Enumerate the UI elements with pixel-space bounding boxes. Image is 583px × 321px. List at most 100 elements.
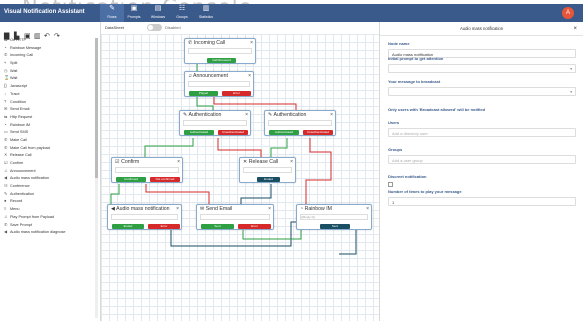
palette-item-release-call[interactable]: ✕ Release Call: [0, 151, 100, 159]
node-body: [188, 48, 252, 54]
palette-item-label: Release Call: [10, 153, 32, 158]
palette-item-audio-mass-notification-diagnose[interactable]: ◀ Audio mass notification diagnose: [0, 228, 100, 236]
palette-item-trace[interactable]: ↓ Trace: [0, 90, 100, 98]
flow-node-im[interactable]: ◔ Rainbow IM × {{Reply.1}} Sent: [296, 204, 372, 230]
palette-item-label: Send SMS: [10, 130, 29, 135]
output-port-confirmed[interactable]: Confirmed: [116, 177, 146, 182]
nav-tab-statistics[interactable]: ▥ Statistics: [194, 4, 218, 22]
palette-item-confirm[interactable]: ☑ Confirm: [0, 159, 100, 167]
output-port-error[interactable]: Error: [148, 224, 180, 229]
palette-item-label: Make Call: [10, 137, 27, 142]
output-port-played[interactable]: Played: [189, 91, 218, 96]
redo-icon[interactable]: ↷: [54, 33, 61, 40]
wire-auth1-confirm: [144, 138, 194, 157]
datasheet-toggle[interactable]: [147, 24, 162, 31]
output-port-error[interactable]: Error: [222, 91, 251, 96]
flow-node-auth2[interactable]: ✎ Authentication × Authenticated Unauthenti…: [264, 110, 336, 136]
sidebar-scrollbar[interactable]: [95, 38, 98, 318]
output-port-authenticated[interactable]: Authenticated: [269, 130, 299, 135]
palette-item-send-sms[interactable]: ▭ Send SMS: [0, 128, 100, 136]
output-port-ended[interactable]: Ended: [112, 224, 144, 229]
output-port-not-confirmed[interactable]: Not confirmed: [150, 177, 180, 182]
sidebar-scrollbar-thumb[interactable]: [95, 38, 98, 178]
node-palette-list: ⇆ On HTTP ◔ Rainbow Message ✆ Incoming Call ⑂ S…: [0, 36, 100, 236]
palette-item-play-prompt-from-payload[interactable]: ♫ Play Prompt from Payload: [0, 213, 100, 221]
field-label: Discreet notification: [388, 174, 427, 179]
app-title: Visual Notification Assistant: [4, 9, 85, 15]
output-port-error[interactable]: Error: [238, 224, 271, 229]
palette-item-record[interactable]: ● Record: [0, 197, 100, 205]
palette-item-rainbow-im[interactable]: ◔ Rainbow IM: [0, 121, 100, 129]
flow-node-announce[interactable]: ♫ Announcement × Played Error: [184, 71, 254, 97]
palette-item-save-prompt[interactable]: ✆ Save Prompt: [0, 221, 100, 229]
close-icon[interactable]: ×: [250, 39, 253, 48]
field-input[interactable]: Add a user group: [388, 155, 576, 164]
close-icon[interactable]: ×: [176, 205, 179, 214]
panel-field-2: Your message to broadcast ▾: [388, 79, 576, 96]
palette-item-make-call-from-payload[interactable]: ✆ Make Call from payload: [0, 144, 100, 152]
avatar[interactable]: A: [562, 7, 574, 19]
close-icon[interactable]: ×: [268, 205, 271, 214]
close-icon[interactable]: ×: [573, 22, 577, 36]
nav-tab-windows[interactable]: ▤ Windows: [146, 4, 170, 22]
node-body: [115, 167, 179, 173]
palette-item-javascript[interactable]: {} Javascript: [0, 82, 100, 90]
flow-node-release[interactable]: ✕ Release Call × Ended: [239, 157, 296, 183]
palette-item-split[interactable]: ⑂ Split: [0, 59, 100, 67]
chevron-down-icon[interactable]: ▾: [570, 88, 572, 97]
palette-item-announcement[interactable]: ♫ Announcement: [0, 167, 100, 175]
wire-announce-auth1: [196, 97, 214, 110]
delete-icon[interactable]: ▥: [34, 33, 41, 40]
groups-icon: ☷: [178, 5, 186, 12]
close-icon[interactable]: ×: [248, 72, 251, 81]
chevron-down-icon[interactable]: ▾: [570, 65, 572, 74]
flow-node-incoming[interactable]: ✆ Incoming Call × Call Received: [184, 38, 256, 64]
output-port-authenticated[interactable]: Authenticated: [184, 130, 214, 135]
close-icon[interactable]: ×: [245, 111, 248, 120]
palette-item-conference[interactable]: ☷ Conference: [0, 182, 100, 190]
close-icon[interactable]: ×: [290, 158, 293, 167]
nav-tab-prompts[interactable]: ▣ Prompts: [122, 4, 146, 22]
node-title: Incoming Call: [193, 40, 226, 46]
field-label: Groups: [388, 147, 403, 152]
output-port-sent[interactable]: Sent: [201, 224, 234, 229]
output-port-unauthenticated[interactable]: Unauthenticated: [218, 130, 248, 135]
field-input[interactable]: Add a directory user: [388, 128, 576, 137]
canvas-toolbar: DataSheet Disabled: [101, 22, 379, 34]
palette-item-rainbow-message[interactable]: ◔ Rainbow Message: [0, 44, 100, 52]
field-input[interactable]: ▾: [388, 64, 576, 73]
palette-item-label: Play Prompt from Payload: [10, 214, 55, 219]
flow-node-auth1[interactable]: ✎ Authentication × Authenticated Unauthenti…: [179, 110, 251, 136]
node-header: ✉ Send Email: [197, 205, 273, 214]
node-body: [188, 81, 250, 87]
discreet-notification-checkbox[interactable]: [388, 182, 393, 187]
palette-item-wait[interactable]: ⌛Wait: [0, 74, 100, 82]
undo-icon[interactable]: ↶: [44, 33, 51, 40]
palette-item-send-email[interactable]: ✉ Send Email: [0, 105, 100, 113]
output-port-ended[interactable]: Ended: [257, 177, 280, 182]
palette-item-audio-mass-notification[interactable]: ◀ Audio mass notification: [0, 174, 100, 182]
flow-node-email[interactable]: ✉ Send Email × Sent Error: [196, 204, 274, 230]
output-port-sent[interactable]: Sent: [320, 224, 350, 229]
palette-item-wait[interactable]: ◷ Wait: [0, 67, 100, 75]
close-icon[interactable]: ×: [177, 158, 180, 167]
close-icon[interactable]: ×: [366, 205, 369, 214]
flow-node-confirm[interactable]: ☑ Confirm × Confirmed Not confirmed: [111, 157, 183, 183]
close-icon[interactable]: ×: [330, 111, 333, 120]
output-port-unauthenticated[interactable]: Unauthenticated: [303, 130, 333, 135]
panel-field-6: Discreet notification: [388, 174, 576, 187]
flow-canvas[interactable]: ✆ Incoming Call × Call Received ♫ Announcem…: [101, 34, 379, 321]
nav-tab-flows[interactable]: ✎ Flows: [100, 4, 124, 22]
field-input[interactable]: 1: [388, 197, 576, 206]
field-input[interactable]: ▾: [388, 87, 576, 96]
nav-tab-groups[interactable]: ☷ Groups: [170, 4, 194, 22]
palette-item-make-call[interactable]: ✆ Make Call: [0, 136, 100, 144]
palette-item-authentication[interactable]: ✎ Authentication: [0, 190, 100, 198]
flow-node-audiomass[interactable]: ◀ Audio mass notification × Ended Error: [107, 204, 182, 230]
output-port-call-received[interactable]: Call Received: [207, 58, 236, 63]
palette-item-menu[interactable]: ≡ Menu: [0, 205, 100, 213]
palette-item-http-request[interactable]: ⇆ Http Request: [0, 113, 100, 121]
wire-announce-auth2: [213, 97, 297, 110]
palette-item-condition[interactable]: ? Condition: [0, 98, 100, 106]
palette-item-incoming-call[interactable]: ✆ Incoming Call: [0, 51, 100, 59]
